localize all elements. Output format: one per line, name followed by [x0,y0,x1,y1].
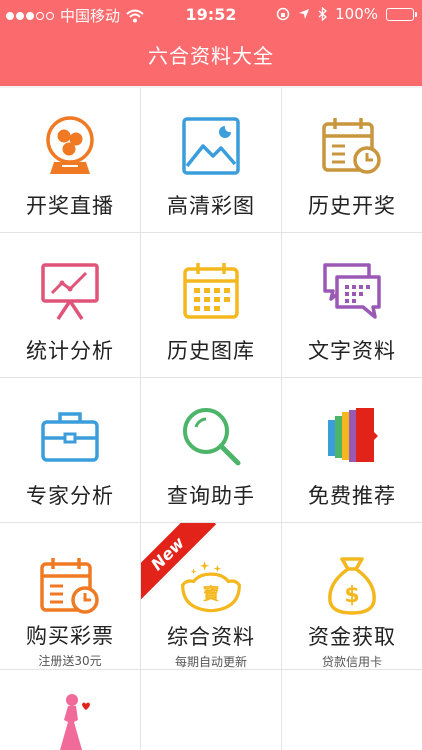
briefcase-icon [38,404,102,468]
grid-item-label: 购买彩票 [26,624,114,648]
grid-item-buy-lottery[interactable]: 购买彩票 注册送30元 [0,523,140,669]
grid-item-comprehensive-data[interactable]: New 寶 综合资料 每期自动更新 [141,523,281,669]
page-title: 六合资料大全 [148,44,274,68]
bluetooth-icon [318,7,328,21]
calendar-clock-icon [320,114,384,178]
lock-rotation-icon [276,7,290,21]
woman-silhouette-icon [38,690,102,750]
grid-item-label: 文字资料 [308,339,396,363]
grid-item-free-recommend[interactable]: 免费推荐 [282,378,422,522]
calendar-clock-icon [38,555,102,616]
battery-percent: 100% [335,5,378,23]
grid-item-empty [141,670,281,750]
grid-item-live-draw[interactable]: 开奖直播 [0,88,140,232]
grid-item-empty [282,670,422,750]
grid-item-label: 免费推荐 [308,484,396,508]
picture-icon [179,114,243,178]
battery-icon [386,7,417,21]
grid-item-ladies[interactable] [0,670,140,750]
grid-item-funding[interactable]: $ 资金获取 贷款信用卡 [282,523,422,669]
chat-text-icon [320,259,384,323]
grid-item-history-gallery[interactable]: 历史图库 [141,233,281,377]
money-bag-icon: $ [320,555,384,617]
feature-grid: 开奖直播 高清彩图 历史开奖 统计分析 历史图库 文字资料 专家分析 查询助手 … [0,88,422,750]
colored-book-icon [320,404,384,468]
status-right: 100% [276,5,417,23]
grid-item-search-helper[interactable]: 查询助手 [141,378,281,522]
grid-item-label: 综合资料 [167,625,255,649]
grid-item-label: 开奖直播 [26,194,114,218]
grid-item-hd-images[interactable]: 高清彩图 [141,88,281,232]
grid-item-expert-analysis[interactable]: 专家分析 [0,378,140,522]
grid-item-text-data[interactable]: 文字资料 [282,233,422,377]
grid-item-sublabel: 注册送30元 [38,654,102,668]
grid-item-label: 资金获取 [308,625,396,649]
grid-item-label: 专家分析 [26,484,114,508]
status-bar: 中国移动 19:52 100% [0,0,422,30]
grid-item-label: 查询助手 [167,484,255,508]
grid-item-label: 历史图库 [167,339,255,363]
grid-item-statistics[interactable]: 统计分析 [0,233,140,377]
chart-board-icon [38,259,102,323]
svg-text:寶: 寶 [203,585,220,604]
grid-item-sublabel: 每期自动更新 [174,655,247,669]
grid-item-label: 历史开奖 [308,194,396,218]
svg-text:$: $ [344,583,359,608]
magnifier-icon [179,404,243,468]
grid-item-label: 高清彩图 [167,194,255,218]
lottery-ball-icon [38,114,102,178]
calendar-grid-icon [179,259,243,323]
gold-ingot-icon: 寶 [179,555,243,617]
location-arrow-icon [299,9,310,19]
grid-item-sublabel: 贷款信用卡 [321,655,382,669]
app-header: 中国移动 19:52 100% 六合资料大全 [0,0,422,86]
grid-item-history-draw[interactable]: 历史开奖 [282,88,422,232]
grid-item-label: 统计分析 [26,339,114,363]
